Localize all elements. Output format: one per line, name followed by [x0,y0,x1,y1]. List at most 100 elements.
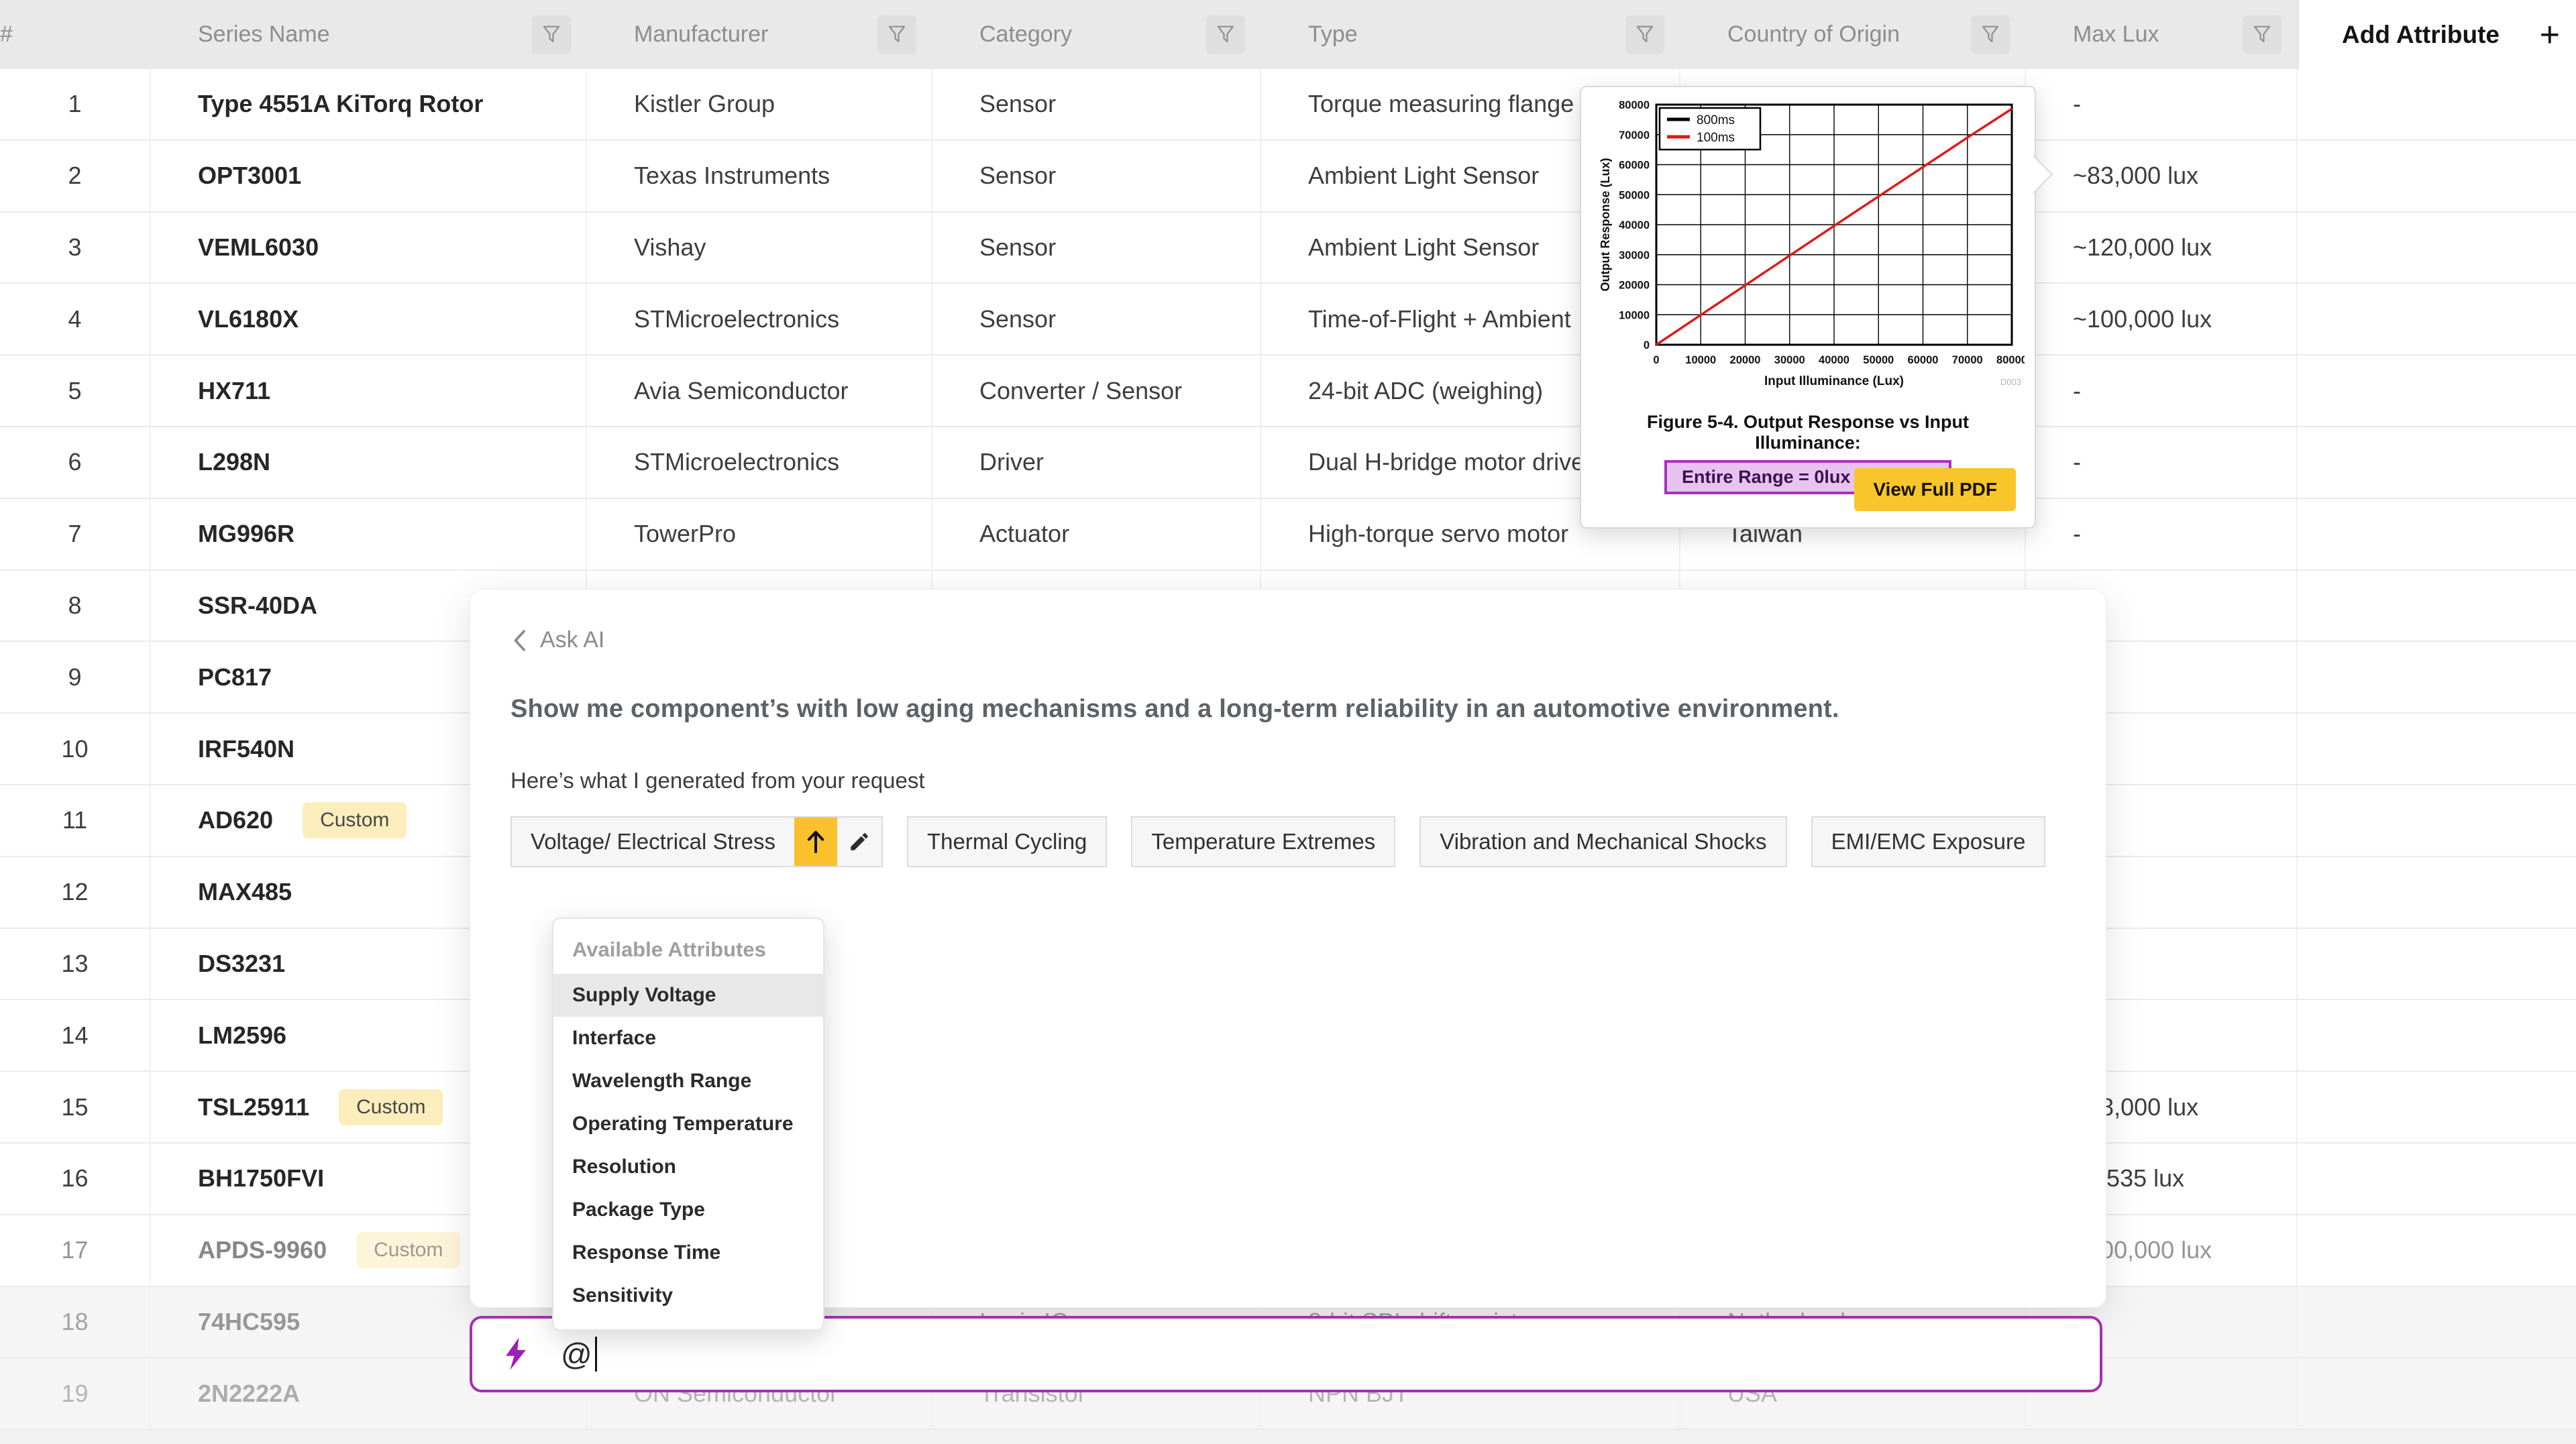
cell-series[interactable]: OPT3001 [151,141,587,211]
column-label: Country of Origin [1727,21,1971,48]
filter-funnel-icon [2252,24,2272,46]
cell-add [2298,1215,2576,1286]
cell-category[interactable]: Driver [932,427,1261,498]
table-header: #Series NameManufacturerCategoryTypeCoun… [0,0,2576,69]
dropdown-items: Supply VoltageInterfaceWavelength RangeO… [553,974,823,1317]
cell-max_lux[interactable]: - [2026,69,2298,140]
attribute-chip[interactable]: Vibration and Mechanical Shocks [1419,816,1786,867]
dropdown-item-interface[interactable]: Interface [553,1017,823,1060]
row-number: 17 [61,1236,88,1264]
cell-num: 6 [0,427,151,498]
edit-attribute-button[interactable] [837,818,881,866]
cell-max_lux[interactable]: - [2026,499,2298,569]
cell-series[interactable]: L298N [151,427,587,498]
cell-max_lux[interactable]: ~83,000 lux [2026,141,2298,211]
row-number: 7 [68,520,81,548]
dropdown-item-sensitivity[interactable]: Sensitivity [553,1274,823,1317]
ask-ai-back-button[interactable]: Ask AI [511,627,604,653]
category-value: Sensor [979,305,1056,333]
apply-attribute-button[interactable] [794,818,837,866]
dropdown-item-package-type[interactable]: Package Type [553,1188,823,1231]
filter-funnel-icon [1980,24,2000,46]
manufacturer-value: Vishay [634,233,706,262]
add-attribute-button[interactable]: Add Attribute+ [2298,0,2576,69]
dropdown-item-resolution[interactable]: Resolution [553,1146,823,1188]
svg-text:10000: 10000 [1685,354,1716,366]
row-number: 1 [68,90,81,118]
cell-series[interactable]: VEML6030 [151,213,587,283]
cell-category[interactable]: Actuator [932,499,1261,569]
ai-query-text: Show me component’s with low aging mecha… [511,695,2065,724]
cell-add [2298,1358,2576,1429]
column-header-num: # [0,0,151,69]
custom-badge: Custom [356,1232,460,1268]
dropdown-item-operating-temperature[interactable]: Operating Temperature [553,1103,823,1146]
cell-num: 17 [0,1215,151,1286]
cell-category[interactable]: Converter / Sensor [932,355,1261,426]
cell-manufacturer[interactable]: Texas Instruments [587,141,932,211]
series-name: VL6180X [198,305,299,333]
cell-num: 9 [0,642,151,712]
max-lux-value: ~100,000 lux [2073,305,2212,333]
filter-button-category[interactable] [1206,15,1245,54]
row-number: 18 [61,1308,88,1336]
cell-manufacturer[interactable]: STMicroelectronics [587,427,932,498]
cell-num: 2 [0,141,151,211]
cell-category[interactable]: Sensor [932,141,1261,211]
attribute-chip[interactable]: Temperature Extremes [1131,816,1395,867]
ai-generated-intro: Here’s what I generated from your reques… [511,768,2065,793]
cell-series[interactable]: VL6180X [151,284,587,354]
series-name: PC817 [198,663,272,691]
attribute-chip-label: Vibration and Mechanical Shocks [1421,829,1785,854]
filter-button-type[interactable] [1625,15,1664,54]
cell-category[interactable]: Sensor [932,213,1261,283]
cell-max_lux[interactable]: ~100,000 lux [2026,284,2298,354]
cell-category[interactable]: Sensor [932,69,1261,140]
cell-manufacturer[interactable]: Vishay [587,213,932,283]
svg-text:40000: 40000 [1619,219,1650,231]
view-full-pdf-button[interactable]: View Full PDF [1854,468,2016,511]
cell-category[interactable]: Sensor [932,284,1261,354]
dropdown-item-response-time[interactable]: Response Time [553,1231,823,1274]
filter-button-country[interactable] [1971,15,2010,54]
figure-caption: Figure 5-4. Output Response vs Input Ill… [1592,412,2024,453]
plus-icon: + [2540,17,2560,52]
cell-series[interactable]: MG996R [151,499,587,569]
series-name: TSL25911 [198,1093,309,1121]
cell-max_lux[interactable]: ~120,000 lux [2026,213,2298,283]
series-name: MAX485 [198,878,292,906]
cell-max_lux[interactable]: - [2026,355,2298,426]
cell-manufacturer[interactable]: TowerPro [587,499,932,569]
svg-text:60000: 60000 [1908,354,1939,366]
cell-manufacturer[interactable]: STMicroelectronics [587,284,932,354]
datasheet-chart: 0100002000030000400005000060000700008000… [1592,95,2025,409]
cell-add [2298,785,2576,856]
table-row: 6L298NSTMicroelectronicsDriverDual H-bri… [0,427,2576,499]
cell-add [2298,571,2576,641]
svg-text:60000: 60000 [1619,160,1650,172]
cell-num: 7 [0,499,151,569]
cell-series[interactable]: HX711 [151,355,587,426]
attribute-chip[interactable]: EMI/EMC Exposure [1811,816,2046,867]
attribute-chip[interactable]: Voltage/ Electrical Stress [511,816,883,867]
dropdown-item-wavelength-range[interactable]: Wavelength Range [553,1060,823,1103]
svg-text:Input Illuminance (Lux): Input Illuminance (Lux) [1764,374,1904,388]
cell-max_lux[interactable]: - [2026,427,2298,498]
filter-button-manufacturer[interactable] [877,15,916,54]
row-number: 16 [61,1164,88,1192]
cell-series[interactable]: Type 4551A KiTorq Rotor [151,69,587,140]
prompt-input-value[interactable]: @ [561,1336,592,1372]
series-name: MG996R [198,520,294,548]
cell-num: 19 [0,1358,151,1429]
filter-button-series[interactable] [532,15,571,54]
svg-text:10000: 10000 [1619,309,1650,321]
series-name: AD620 [198,806,273,834]
attribute-chip[interactable]: Thermal Cycling [907,816,1107,867]
cell-num: 5 [0,355,151,426]
filter-button-max_lux[interactable] [2243,15,2282,54]
cell-manufacturer[interactable]: Kistler Group [587,69,932,140]
cell-manufacturer[interactable]: Avia Semiconductor [587,355,932,426]
dropdown-item-supply-voltage[interactable]: Supply Voltage [553,974,823,1017]
cell-num: 15 [0,1072,151,1142]
cell-add [2298,929,2576,999]
